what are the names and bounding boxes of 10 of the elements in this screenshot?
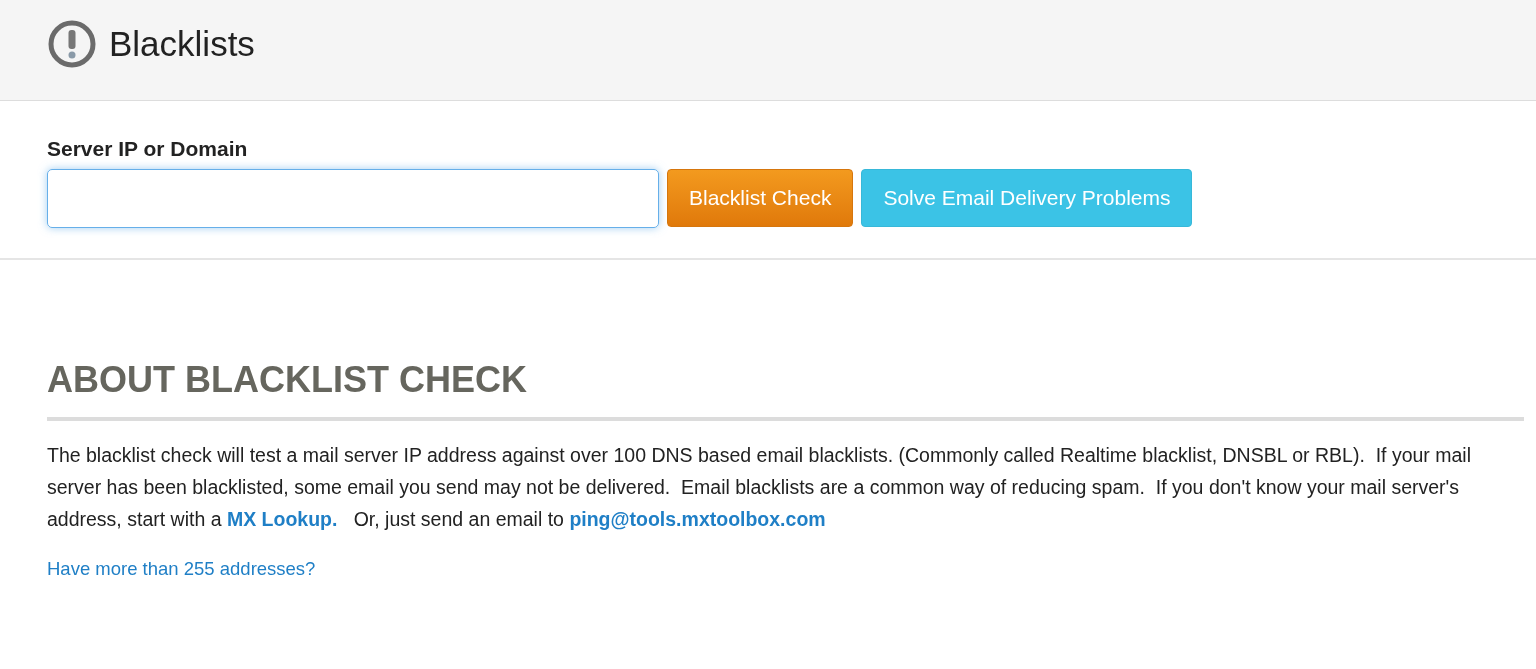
mx-lookup-link[interactable]: MX Lookup. [226,508,338,530]
email-link[interactable]: ping@tools.mxtoolbox.com [569,508,826,530]
exclamation-circle-icon [47,19,97,69]
about-paragraph: The blacklist check will test a mail server IP address against over 100 DNS based email blacklists. (Commonly called Realtime blacklist, DNSBL or RBL). If your mail server has been blacklisted, some email you send may not be delivered. Email blacklists are a common way of reducing spam. If you don't know your mail server's address, start with a MX Lookup. Or, just send an email to ping@tools.mxtoolbox.com [47,443,1473,532]
blacklist-check-button[interactable]: Blacklist Check [667,169,854,227]
section-heading: ABOUT BLACKLIST CHECK [47,358,527,402]
field-label: Server IP or Domain [47,136,248,162]
more-addresses-link[interactable]: Have more than 255 addresses? [47,555,316,583]
domain-input-field[interactable] [47,168,659,228]
page-title: Blacklists [109,22,255,65]
